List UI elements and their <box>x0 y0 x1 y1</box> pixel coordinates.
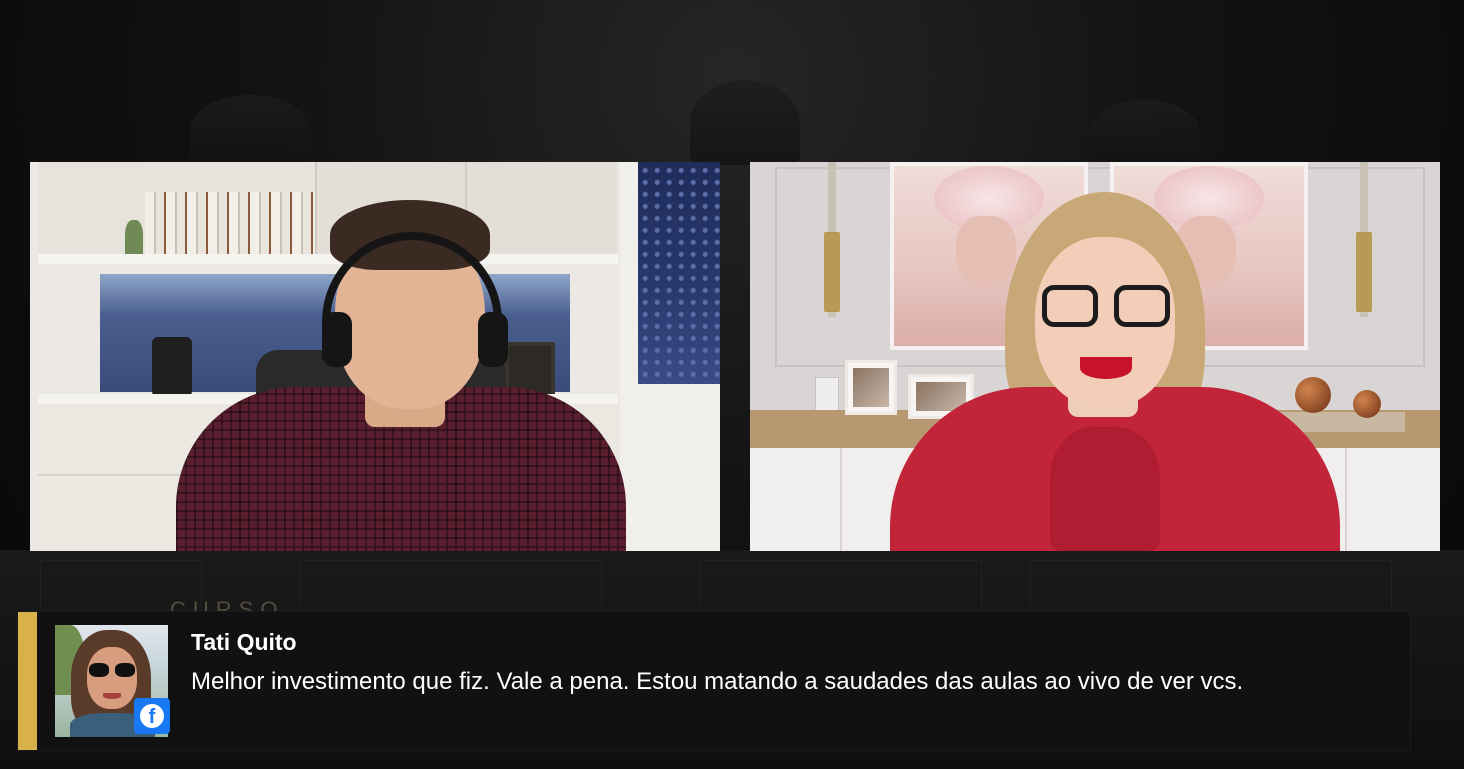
plant <box>125 220 143 256</box>
cabinet-divider <box>1345 448 1347 551</box>
avatar-mouth <box>103 693 121 699</box>
glasses-icon <box>1042 285 1170 330</box>
glasses-lens <box>1114 285 1170 327</box>
cabinet-divider <box>840 448 842 551</box>
background-bust-1 <box>190 95 310 165</box>
glasses-lens <box>1042 285 1098 327</box>
decor-orb <box>1353 390 1381 418</box>
comment-accent-bar <box>18 612 37 750</box>
photo-frame <box>845 360 897 415</box>
decor-orb <box>1295 377 1331 413</box>
light-switch <box>815 377 839 411</box>
comment-author: Tati Quito <box>191 629 297 655</box>
comment-message: Melhor investimento que fiz. Vale a pena… <box>191 668 1244 695</box>
shelf-board <box>38 254 618 264</box>
avatar-face <box>87 647 137 709</box>
coffee-machine <box>152 337 192 397</box>
wall-sconce <box>1356 162 1372 317</box>
art-face <box>956 216 1016 286</box>
featured-comment: f Tati Quito Melhor investimento que fiz… <box>18 612 1410 750</box>
background-sketch <box>1030 560 1392 612</box>
blouse-bow <box>1050 427 1160 551</box>
sconce-gold <box>1356 232 1372 312</box>
live-stream-frame: CURSO f Tati Quito Melhor investimento q… <box>0 0 1464 769</box>
background-sketch <box>300 560 602 612</box>
background-bust-3 <box>1090 100 1200 165</box>
video-tile-right[interactable] <box>750 162 1440 551</box>
video-tile-left[interactable] <box>30 162 720 551</box>
wall-painting <box>638 162 720 384</box>
sunglasses-icon <box>89 663 137 677</box>
facebook-letter: f <box>140 704 164 728</box>
background-bust-2 <box>690 80 800 165</box>
wall-sconce <box>824 162 840 317</box>
background-sketch <box>700 560 982 612</box>
participant-lips <box>1080 357 1132 379</box>
headphone-earcup <box>478 312 508 367</box>
sconce-gold <box>824 232 840 312</box>
books <box>145 192 315 256</box>
headphone-earcup <box>322 312 352 367</box>
facebook-icon: f <box>134 698 170 734</box>
